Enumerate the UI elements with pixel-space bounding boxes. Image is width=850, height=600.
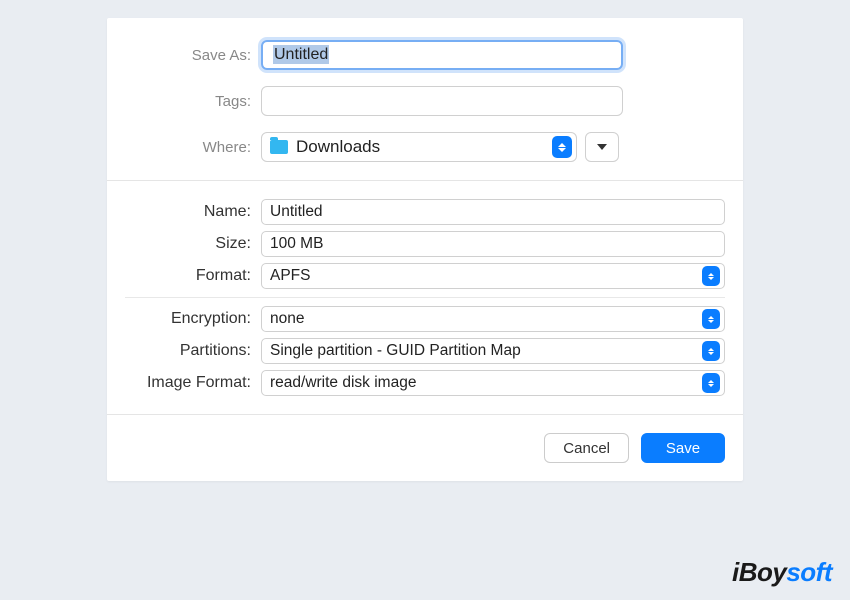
watermark-prefix: iBoy (732, 557, 786, 587)
save-as-label: Save As: (125, 47, 261, 64)
name-input[interactable]: Untitled (261, 199, 725, 225)
tags-row: Tags: (125, 86, 725, 116)
watermark-suffix: soft (786, 557, 832, 587)
format-value: APFS (270, 267, 310, 285)
encryption-value: none (270, 310, 304, 328)
where-value: Downloads (296, 137, 380, 157)
save-button[interactable]: Save (641, 433, 725, 463)
size-row: Size: 100 MB (125, 231, 725, 257)
size-label: Size: (125, 235, 261, 253)
watermark: iBoysoft (732, 557, 832, 588)
size-value: 100 MB (270, 235, 323, 253)
format-select[interactable]: APFS (261, 263, 725, 289)
save-as-row: Save As: Untitled (125, 40, 725, 70)
where-row: Where: Downloads (125, 132, 725, 162)
name-row: Name: Untitled (125, 199, 725, 225)
updown-icon (702, 309, 720, 329)
partitions-label: Partitions: (125, 342, 261, 360)
format-row: Format: APFS (125, 263, 725, 289)
options-section: Name: Untitled Size: 100 MB Format: APFS (107, 180, 743, 415)
updown-icon (702, 373, 720, 393)
image-format-row: Image Format: read/write disk image (125, 370, 725, 396)
tags-input[interactable] (261, 86, 623, 116)
partitions-select[interactable]: Single partition - GUID Partition Map (261, 338, 725, 364)
updown-icon (702, 341, 720, 361)
image-format-value: read/write disk image (270, 374, 416, 392)
save-section: Save As: Untitled Tags: Where: Downloads (107, 18, 743, 180)
size-input[interactable]: 100 MB (261, 231, 725, 257)
partitions-row: Partitions: Single partition - GUID Part… (125, 338, 725, 364)
button-bar: Cancel Save (107, 415, 743, 481)
save-dialog: Save As: Untitled Tags: Where: Downloads (107, 18, 743, 481)
folder-icon (270, 140, 288, 154)
format-label: Format: (125, 267, 261, 285)
name-label: Name: (125, 203, 261, 221)
expand-button[interactable] (585, 132, 619, 162)
name-value: Untitled (270, 203, 323, 221)
where-select[interactable]: Downloads (261, 132, 577, 162)
chevron-down-icon (597, 144, 607, 150)
cancel-button[interactable]: Cancel (544, 433, 629, 463)
where-label: Where: (125, 139, 261, 156)
save-as-value: Untitled (273, 45, 329, 64)
encryption-select[interactable]: none (261, 306, 725, 332)
tags-label: Tags: (125, 93, 261, 110)
updown-icon (702, 266, 720, 286)
image-format-select[interactable]: read/write disk image (261, 370, 725, 396)
save-as-input[interactable]: Untitled (261, 40, 623, 70)
partitions-value: Single partition - GUID Partition Map (270, 342, 521, 360)
updown-icon (552, 136, 572, 158)
image-format-label: Image Format: (125, 374, 261, 392)
encryption-row: Encryption: none (125, 306, 725, 332)
encryption-label: Encryption: (125, 310, 261, 328)
divider (125, 297, 725, 298)
